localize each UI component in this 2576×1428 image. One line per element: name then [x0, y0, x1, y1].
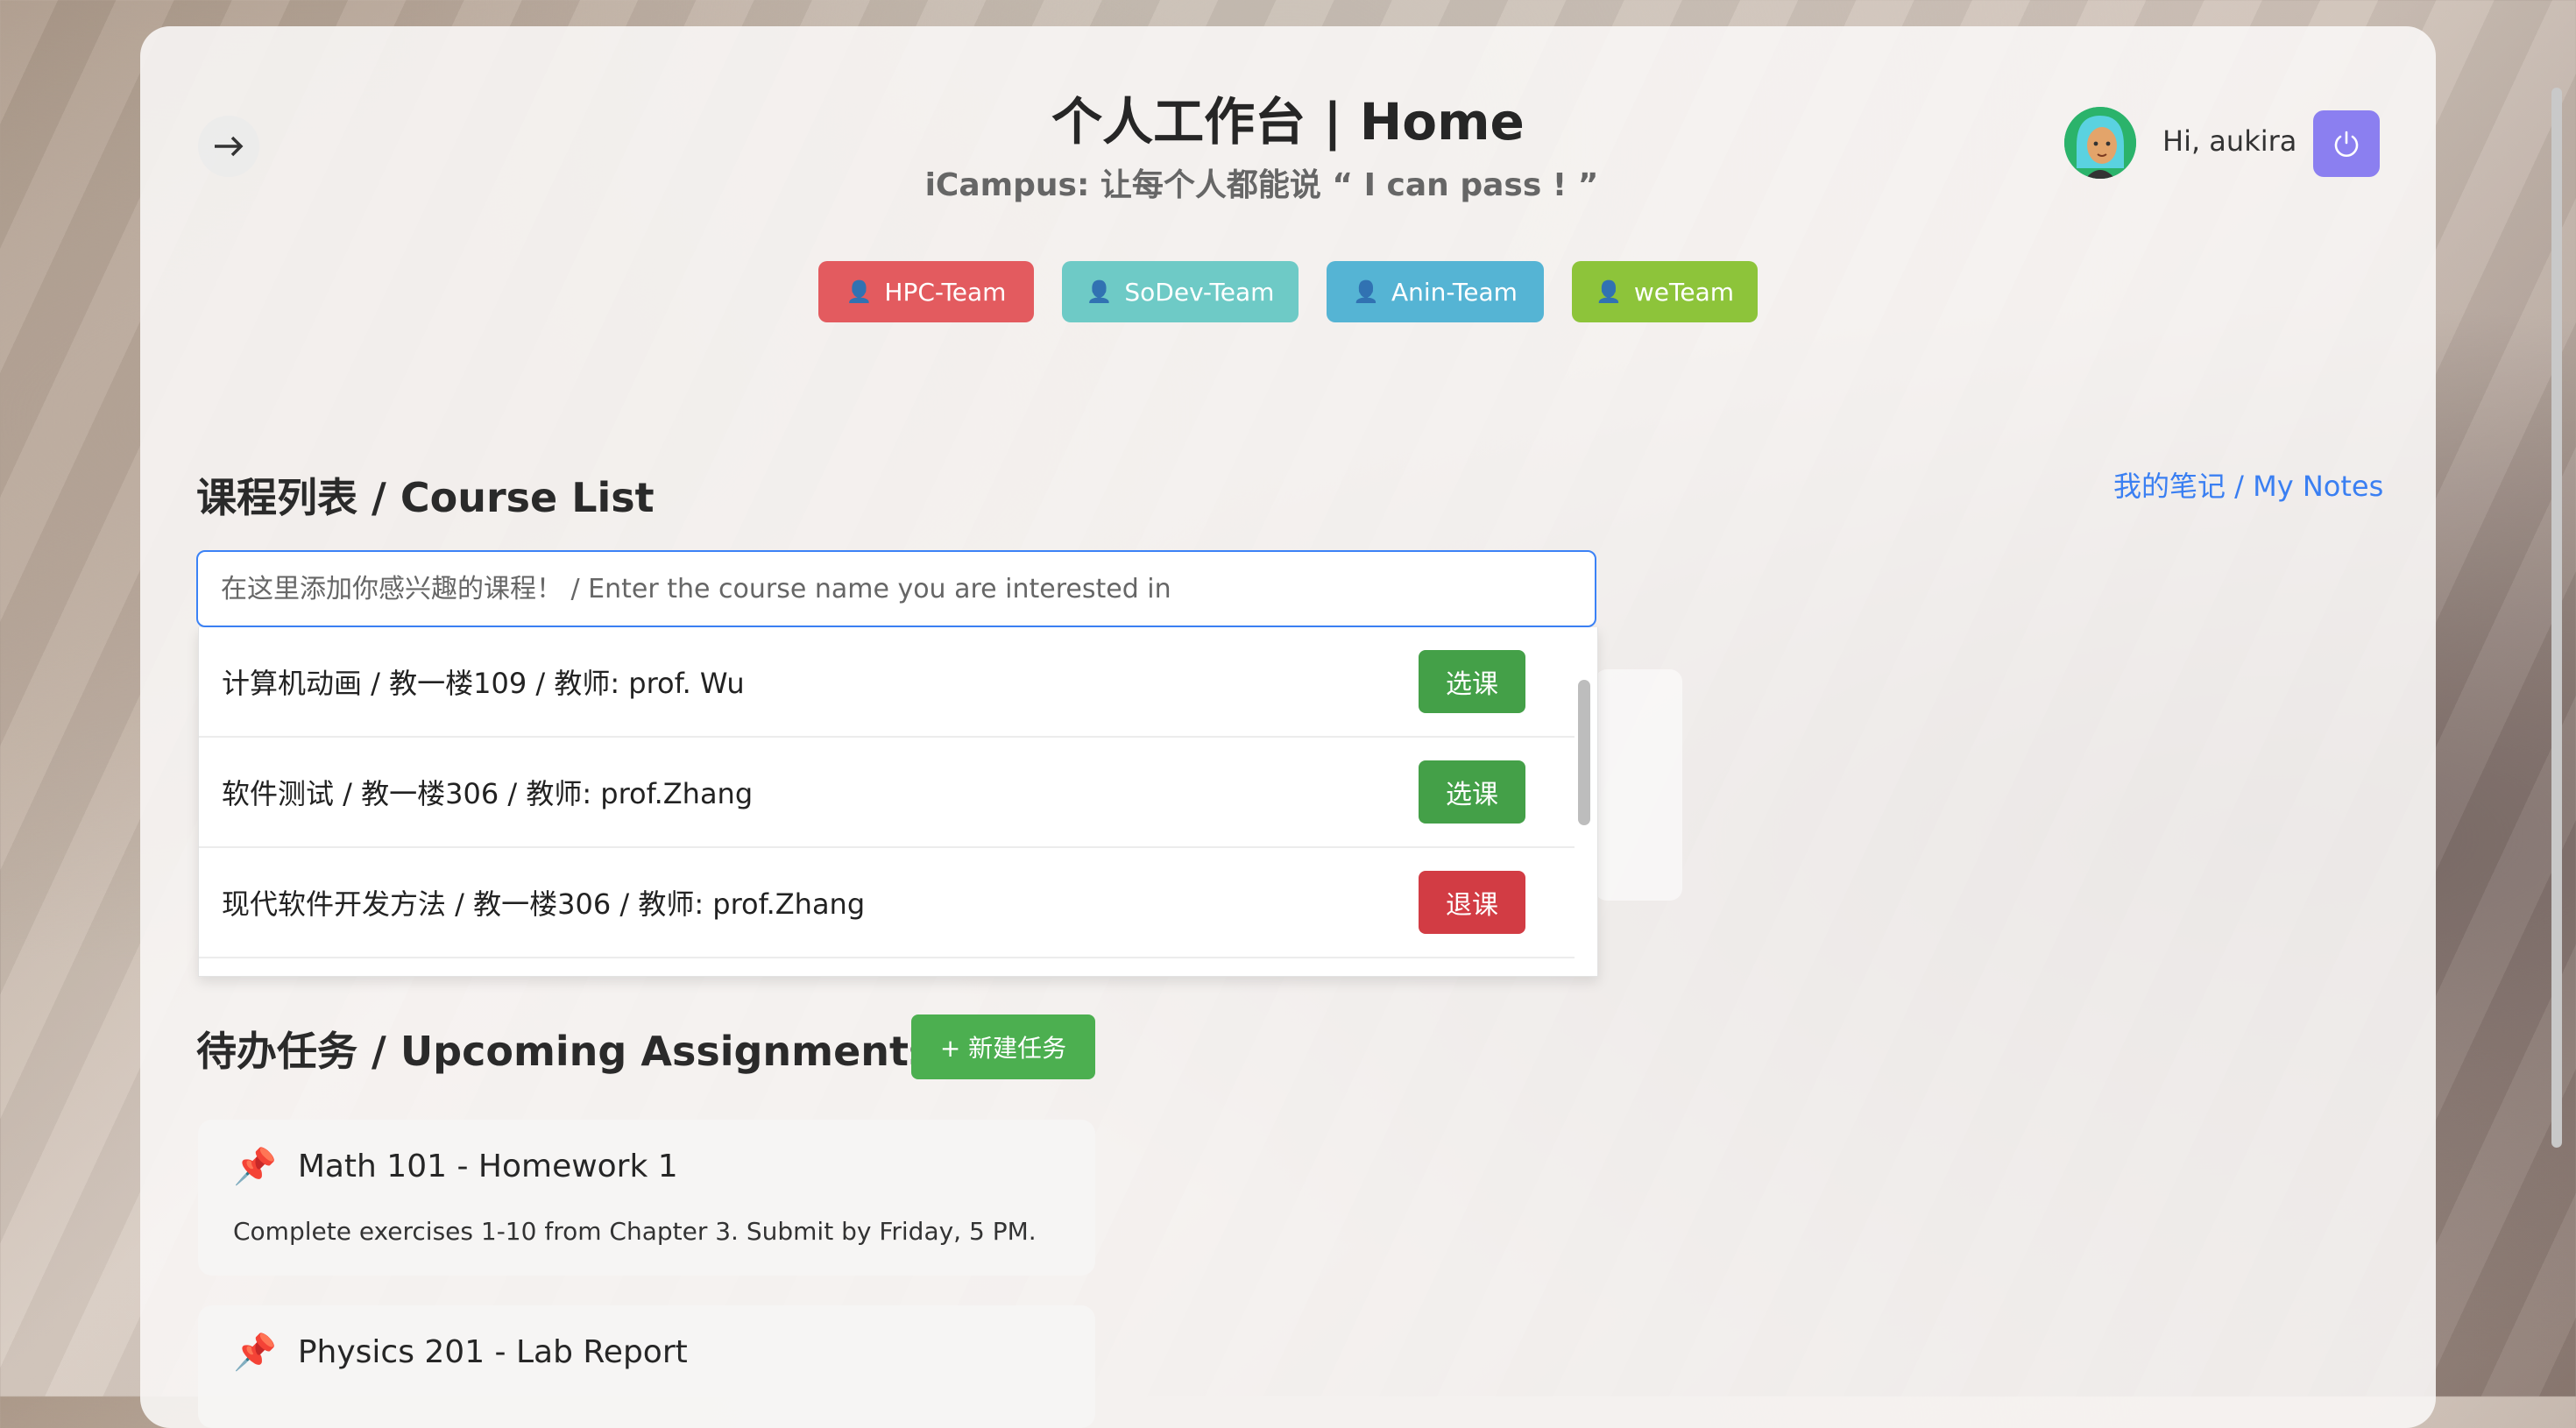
drop-button[interactable]: 退课 — [1419, 871, 1525, 934]
dropdown-scrollbar[interactable] — [1578, 680, 1590, 825]
team-button-anin[interactable]: 👤 Anin-Team — [1327, 261, 1544, 322]
team-label: Anin-Team — [1391, 277, 1518, 307]
assignments-title: 待办任务 / Upcoming Assignments — [196, 1028, 933, 1075]
my-notes-link[interactable]: 我的笔记 / My Notes — [2113, 464, 2383, 505]
task-title: Physics 201 - Lab Report — [297, 1334, 688, 1370]
enroll-button[interactable]: 选课 — [1419, 650, 1525, 713]
background-panel — [1595, 669, 1682, 901]
list-item: 现代软件开发方法 / 教一楼306 / 教师: prof.Zhang 退课 — [199, 848, 1575, 958]
course-list-title: 课程列表 / Course List — [196, 474, 655, 521]
course-label: 计算机动画 / 教一楼109 / 教师: prof. Wu — [222, 667, 745, 700]
team-button-sodev[interactable]: 👤 SoDev-Team — [1062, 261, 1299, 322]
course-label: 软件测试 / 教一楼306 / 教师: prof.Zhang — [222, 777, 754, 810]
task-title: Math 101 - Homework 1 — [297, 1149, 678, 1184]
user-greeting: Hi, aukira — [2162, 124, 2297, 158]
team-label: weTeam — [1633, 277, 1735, 307]
avatar[interactable] — [2064, 107, 2136, 179]
course-label: 现代软件开发方法 / 教一楼306 / 教师: prof.Zhang — [222, 887, 866, 921]
user-icon: 👤 — [1086, 279, 1113, 304]
page-subtitle: iCampus: 让每个人都能说 “ I can pass ! ” — [924, 167, 1599, 203]
page-scrollbar-thumb[interactable] — [2551, 88, 2562, 1148]
user-icon: 👤 — [1595, 279, 1622, 304]
power-icon — [2334, 131, 2359, 157]
team-button-we[interactable]: 👤 weTeam — [1572, 261, 1758, 322]
course-search-input[interactable] — [196, 550, 1596, 627]
list-item: 计算机动画 / 教一楼109 / 教师: prof. Wu 选课 — [199, 627, 1575, 738]
user-icon: 👤 — [1353, 279, 1379, 304]
new-task-button[interactable]: + 新建任务 — [911, 1014, 1095, 1079]
task-card[interactable]: 📌 Physics 201 - Lab Report — [198, 1305, 1095, 1428]
avatar-face-icon — [2064, 107, 2136, 179]
pushpin-icon: 📌 — [233, 1147, 277, 1187]
pushpin-icon: 📌 — [233, 1333, 277, 1373]
logout-button[interactable] — [2313, 110, 2380, 177]
team-label: HPC-Team — [884, 277, 1007, 307]
task-description: Complete exercises 1-10 from Chapter 3. … — [233, 1217, 1037, 1246]
team-label: SoDev-Team — [1124, 277, 1275, 307]
course-dropdown: 计算机动画 / 教一楼109 / 教师: prof. Wu 选课 软件测试 / … — [198, 627, 1598, 977]
page-scrollbar[interactable] — [2551, 0, 2571, 1396]
team-button-hpc[interactable]: 👤 HPC-Team — [818, 261, 1034, 322]
list-item: 软件测试 / 教一楼306 / 教师: prof.Zhang 选课 — [199, 738, 1575, 848]
enroll-button[interactable]: 选课 — [1419, 760, 1525, 824]
task-card[interactable]: 📌 Math 101 - Homework 1 Complete exercis… — [198, 1120, 1095, 1276]
user-icon: 👤 — [846, 279, 873, 304]
